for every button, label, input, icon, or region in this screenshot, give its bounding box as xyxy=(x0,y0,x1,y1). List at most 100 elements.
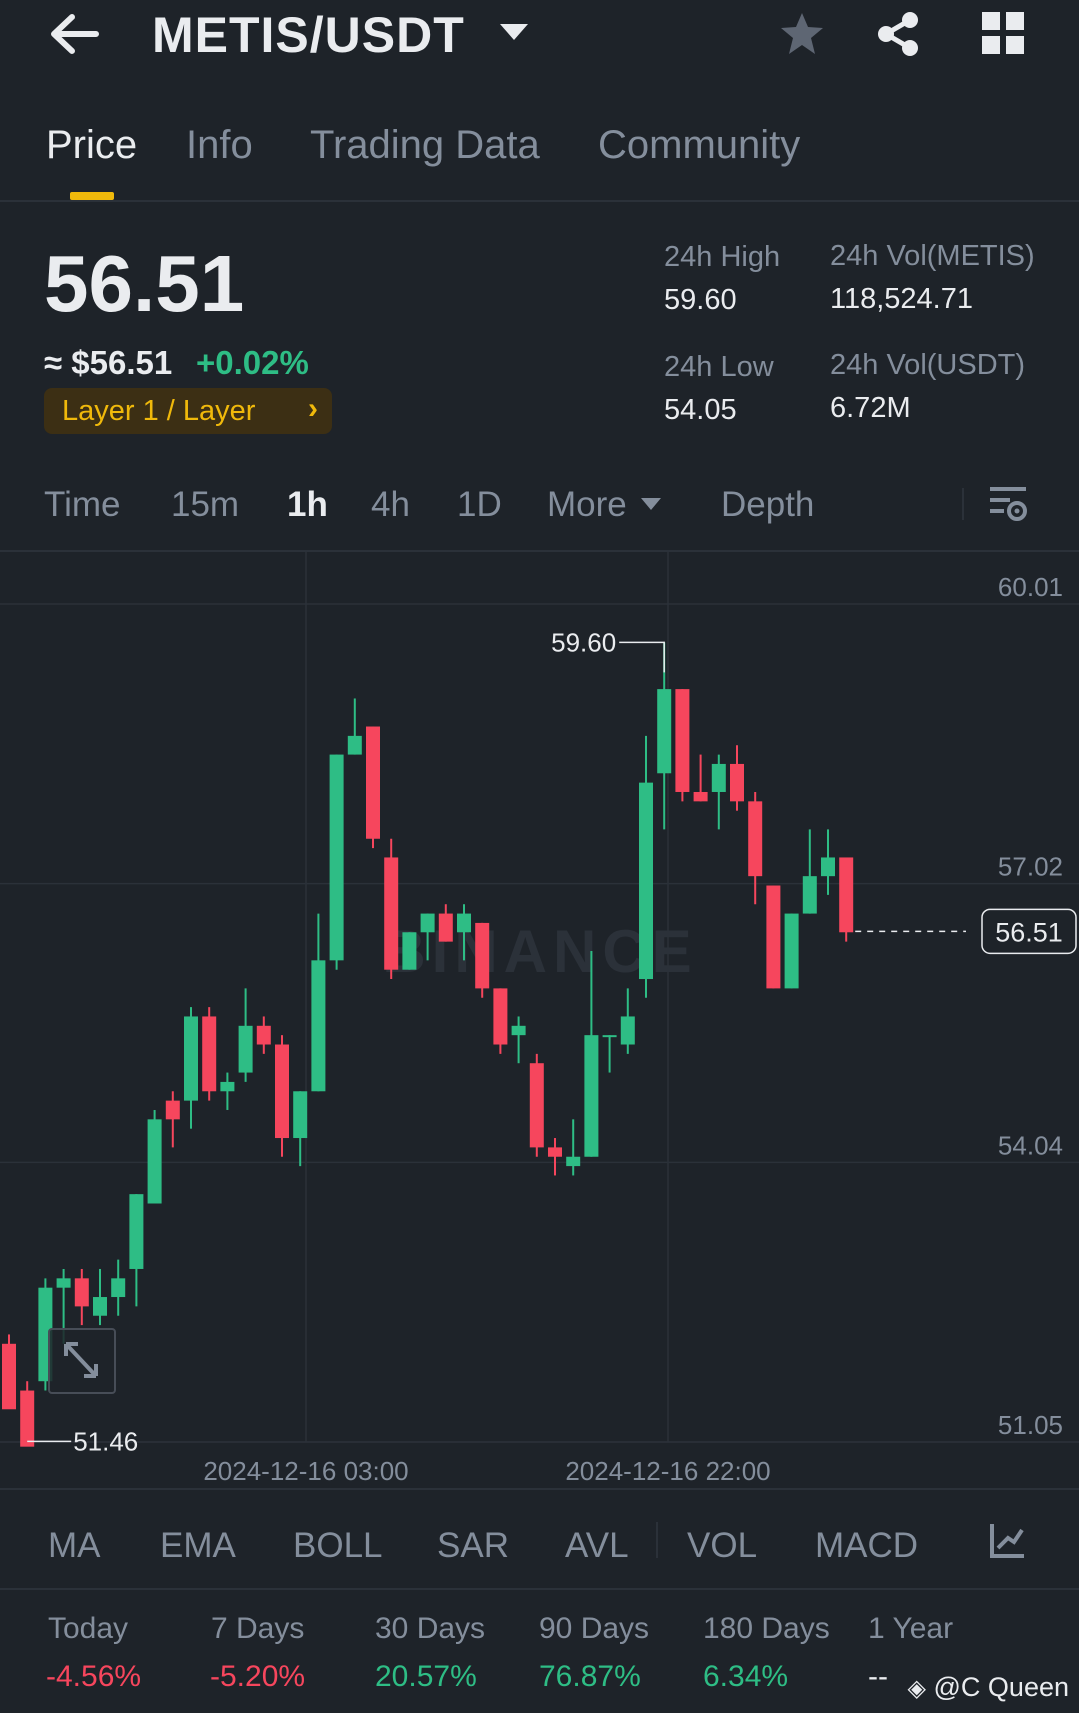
perf-7d-label: 7 Days xyxy=(211,1612,305,1645)
candle-up xyxy=(620,1016,635,1045)
candle-up xyxy=(584,1035,599,1157)
candle-down xyxy=(384,857,399,970)
candle-down xyxy=(766,885,781,989)
indicator-vol[interactable]: VOL xyxy=(687,1526,757,1566)
last-price: 56.51 xyxy=(44,239,245,328)
candle-down xyxy=(493,988,508,1045)
candle-down xyxy=(548,1147,562,1157)
interval-4h[interactable]: 4h xyxy=(371,485,410,525)
y-tick-label: 57.02 xyxy=(998,852,1063,882)
candle-down xyxy=(529,1063,544,1148)
low-label: 24h Low xyxy=(664,351,774,383)
interval-divider xyxy=(962,488,964,520)
interval-1h[interactable]: 1h xyxy=(287,485,328,525)
indicator-sar[interactable]: SAR xyxy=(437,1526,509,1566)
share-icon[interactable] xyxy=(874,10,922,58)
candle-down xyxy=(202,1016,217,1092)
perf-90d-value: 76.87% xyxy=(539,1660,641,1693)
candle-up xyxy=(457,913,471,933)
indicator-divider xyxy=(656,1522,658,1558)
perf-1y-label: 1 Year xyxy=(868,1612,954,1645)
tab-info[interactable]: Info xyxy=(186,123,253,168)
tabs-divider xyxy=(0,200,1079,202)
back-arrow-icon[interactable] xyxy=(48,12,100,56)
grid-menu-icon[interactable] xyxy=(982,12,1024,54)
candle-up xyxy=(821,857,835,877)
tab-bar: Price Info Trading Data Community xyxy=(0,115,1079,201)
tab-community[interactable]: Community xyxy=(598,123,800,168)
candle-up xyxy=(420,913,435,933)
indicator-boll[interactable]: BOLL xyxy=(293,1526,383,1566)
candle-up xyxy=(111,1278,126,1298)
category-tag-button[interactable]: Layer 1 / Layer › xyxy=(44,388,332,434)
candle-up xyxy=(639,782,653,980)
perf-30d-label: 30 Days xyxy=(375,1612,486,1645)
candlestick-chart[interactable]: 60.01 57.02 54.04 51.05 2024-12-16 03:00 2024… xyxy=(0,552,1079,1490)
candle-up xyxy=(184,1016,198,1101)
pair-title[interactable]: METIS/USDT xyxy=(152,6,465,64)
candle-up xyxy=(347,735,362,755)
candle-up xyxy=(311,960,326,1092)
tab-price[interactable]: Price xyxy=(46,123,137,168)
candle-down xyxy=(839,857,854,933)
perf-30d-value: 20.57% xyxy=(375,1660,477,1693)
interval-time[interactable]: Time xyxy=(44,485,120,525)
indicator-avl[interactable]: AVL xyxy=(565,1526,629,1566)
binance-logo-icon: ◈ xyxy=(907,1675,926,1702)
candle-up xyxy=(802,876,817,914)
active-tab-indicator xyxy=(70,192,114,200)
high-label: 24h High xyxy=(664,241,781,273)
chevron-right-icon: › xyxy=(308,392,318,425)
max-label-leader xyxy=(619,641,665,673)
perf-7d-value: -5.20% xyxy=(210,1660,306,1693)
interval-depth[interactable]: Depth xyxy=(721,485,814,525)
candle-down xyxy=(366,726,380,839)
candle-up xyxy=(402,932,417,970)
perf-today-value: -4.56% xyxy=(46,1660,142,1693)
candle-down xyxy=(2,1343,16,1410)
vol-base-value: 118,524.71 xyxy=(830,283,973,315)
candle-down xyxy=(730,763,744,802)
pair-dropdown-icon[interactable] xyxy=(498,20,530,44)
category-tag-label: Layer 1 / Layer xyxy=(62,395,256,427)
candle-down xyxy=(675,689,690,792)
more-dropdown-icon[interactable] xyxy=(640,496,662,512)
candle-up xyxy=(329,754,344,961)
candle-down xyxy=(256,1025,271,1045)
candle-down xyxy=(275,1044,289,1139)
candle-up xyxy=(220,1081,235,1092)
y-tick-label: 60.01 xyxy=(998,572,1063,602)
indicator-macd[interactable]: MACD xyxy=(815,1526,918,1566)
candle-up xyxy=(293,1091,308,1139)
tab-trading-data[interactable]: Trading Data xyxy=(310,123,540,168)
candle-up xyxy=(711,763,726,792)
candle-up xyxy=(56,1278,71,1288)
indicator-ema[interactable]: EMA xyxy=(160,1526,236,1566)
candle-down xyxy=(438,913,453,942)
perf-180d-value: 6.34% xyxy=(703,1660,789,1693)
vol-quote-label: 24h Vol(USDT) xyxy=(830,349,1026,381)
candle-up xyxy=(147,1119,162,1204)
candle-down xyxy=(74,1278,89,1307)
interval-1d[interactable]: 1D xyxy=(457,485,502,525)
indicator-ma[interactable]: MA xyxy=(48,1526,101,1566)
perf-90d-label: 90 Days xyxy=(539,1612,650,1645)
interval-15m[interactable]: 15m xyxy=(171,485,239,525)
vol-base-label: 24h Vol(METIS) xyxy=(830,240,1035,272)
fiat-price: ≈ $56.51 xyxy=(44,344,173,381)
indicator-bottom-divider xyxy=(0,1588,1079,1590)
candle-down xyxy=(475,922,490,989)
expand-chart-button[interactable] xyxy=(48,1328,116,1394)
candle-down xyxy=(748,801,763,877)
favorite-star-icon[interactable] xyxy=(778,10,826,58)
interval-more[interactable]: More xyxy=(547,485,627,525)
min-price-label: 51.46 xyxy=(73,1426,138,1456)
perf-today-label: Today xyxy=(48,1612,129,1645)
y-tick-label: 54.04 xyxy=(998,1130,1063,1160)
indicator-settings-icon[interactable] xyxy=(988,1520,1028,1560)
candle-up xyxy=(238,1025,253,1073)
user-watermark-text: @C Queen xyxy=(933,1672,1069,1702)
x-tick-label: 2024-12-16 22:00 xyxy=(565,1456,770,1486)
chart-settings-icon[interactable] xyxy=(988,484,1028,524)
candle-up xyxy=(784,913,799,989)
